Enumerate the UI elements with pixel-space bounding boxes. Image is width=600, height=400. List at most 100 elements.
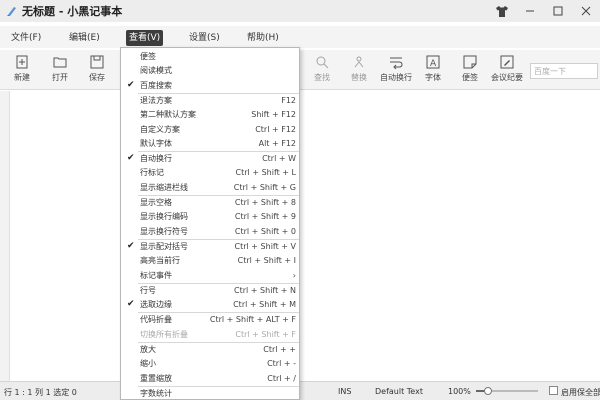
view-menu-item-label: 显示空格: [140, 198, 172, 207]
view-menu-item[interactable]: 行号 Ctrl + Shift + N: [121, 284, 299, 297]
view-menu-item-label: 默认字体: [140, 138, 172, 148]
view-menu-item[interactable]: 显示换行编码 Ctrl + Shift + 9: [121, 210, 299, 223]
find-button[interactable]: 查找: [302, 53, 342, 87]
menu-file[interactable]: 文件(F): [8, 30, 44, 46]
save-button[interactable]: 保存: [77, 53, 117, 87]
open-button[interactable]: 打开: [40, 53, 80, 87]
view-menu-item[interactable]: 高亮当前行 Ctrl + Shift + I: [121, 254, 299, 267]
new-file-icon: [16, 55, 28, 69]
view-menu-item[interactable]: 显示缩进栏线 Ctrl + Shift + G: [121, 181, 299, 194]
view-menu-item-label: 显示换行符号: [140, 226, 188, 236]
view-menu-item-label: 代码折叠: [140, 315, 172, 325]
save-label: 保存: [89, 73, 105, 82]
view-menu-item-label: 标记事件: [140, 270, 172, 280]
view-menu-item[interactable]: 重置缩放 Ctrl + /: [121, 372, 299, 385]
open-label: 打开: [52, 73, 68, 82]
menu-bar: 文件(F) 编辑(E) 查看(V) 设置(S) 帮助(H): [0, 26, 600, 48]
view-menu-item[interactable]: 放大 Ctrl + +: [121, 343, 299, 356]
view-menu-item-label: 缩小: [140, 359, 156, 369]
view-menu-item[interactable]: 便签: [121, 50, 299, 63]
sticky-note-label: 便签: [462, 73, 478, 82]
new-label: 新建: [14, 73, 30, 82]
replace-button[interactable]: 替换: [339, 53, 379, 87]
sticky-note-button[interactable]: 便签: [450, 53, 490, 87]
zoom-slider[interactable]: [476, 387, 538, 395]
view-menu-item-shortcut: Ctrl + Shift + 8: [234, 198, 296, 207]
title-bar: 无标题 - 小黑记事本: [0, 0, 600, 22]
option-checkbox[interactable]: [549, 386, 558, 395]
view-menu-item-label: 显示缩进栏线: [140, 182, 188, 192]
font-button[interactable]: A 字体: [413, 53, 453, 87]
view-menu-item[interactable]: 标记事件 ›: [121, 269, 299, 282]
view-menu-item-label: 高亮当前行: [140, 256, 180, 266]
view-menu-item[interactable]: 字数统计: [121, 387, 299, 400]
view-menu-item-label: 放大: [140, 345, 156, 354]
menu-view[interactable]: 查看(V): [126, 30, 164, 46]
view-menu-item[interactable]: ✔ 自动换行 Ctrl + W: [121, 152, 299, 165]
menu-edit[interactable]: 编辑(E): [66, 30, 103, 46]
view-menu-item-shortcut: Ctrl + Shift + L: [235, 168, 296, 178]
view-menu-item-label: 自动换行: [140, 154, 172, 164]
skin-icon[interactable]: [488, 0, 516, 22]
view-menu-item-shortcut: Shift + F12: [251, 110, 296, 120]
view-menu-item-label: 百度搜索: [140, 80, 172, 90]
view-menu-item-label: 显示配对括号: [140, 241, 188, 251]
meeting-notes-button[interactable]: 会议纪要: [487, 53, 527, 87]
checkmark-icon: ✔: [127, 240, 135, 251]
view-menu-item-label: 选取边缘: [140, 300, 172, 310]
word-wrap-icon: [390, 57, 403, 69]
view-menu-item[interactable]: ✔ 显示配对括号 Ctrl + Shift + V: [121, 240, 299, 253]
menu-settings[interactable]: 设置(S): [186, 30, 223, 46]
sticky-note-icon: [463, 55, 477, 69]
syntax-mode[interactable]: Default Text: [375, 387, 423, 396]
zoom-knob[interactable]: [484, 387, 493, 395]
view-menu-item-label: 退法方案: [140, 95, 172, 105]
minimize-button[interactable]: [516, 0, 544, 22]
view-menu-item[interactable]: ✔ 选取边缘 Ctrl + Shift + M: [121, 298, 299, 311]
view-menu-item-label: 行标记: [140, 168, 164, 178]
view-menu-item[interactable]: 行标记 Ctrl + Shift + L: [121, 166, 299, 179]
view-menu-item-shortcut: Ctrl + Shift + F: [235, 329, 296, 339]
svg-text:A: A: [430, 59, 437, 69]
baidu-search-input[interactable]: 百度一下: [530, 63, 598, 79]
view-menu-item-shortcut: Ctrl + Shift + 9: [234, 212, 296, 222]
view-menu-item-label: 行号: [140, 285, 156, 295]
view-menu-item-shortcut: Ctrl + +: [263, 345, 296, 354]
view-menu-item[interactable]: 自定义方案 Ctrl + F12: [121, 123, 299, 136]
cursor-position: 行 1 : 1 列 1 选定 0: [4, 388, 77, 397]
view-menu-item[interactable]: 代码折叠 Ctrl + Shift + ALT + F: [121, 313, 299, 326]
checkmark-icon: ✔: [127, 299, 135, 310]
view-menu-item[interactable]: 阅读模式: [121, 64, 299, 77]
view-menu-item[interactable]: 默认字体 Alt + F12: [121, 137, 299, 150]
view-menu-item-shortcut: Ctrl + Shift + I: [237, 256, 296, 266]
view-menu-item[interactable]: 退法方案 F12: [121, 94, 299, 107]
zoom-level: 100%: [448, 387, 471, 396]
view-menu-item: 切换所有折叠 Ctrl + Shift + F: [121, 328, 299, 341]
view-menu-item[interactable]: 缩小 Ctrl + -: [121, 357, 299, 370]
view-menu-item-label: 阅读模式: [140, 66, 172, 76]
view-menu-item-shortcut: Ctrl + Shift + G: [233, 182, 296, 192]
word-wrap-button[interactable]: 自动换行: [376, 53, 416, 87]
view-menu-item-shortcut: Ctrl + -: [267, 359, 296, 369]
app-logo-icon: [7, 7, 16, 16]
view-menu-item-shortcut: Ctrl + F12: [255, 124, 296, 134]
submenu-arrow-icon: ›: [292, 270, 296, 280]
view-menu-item-label: 字数统计: [140, 388, 172, 398]
view-menu-item[interactable]: 显示换行符号 Ctrl + Shift + 0: [121, 225, 299, 238]
open-folder-icon: [53, 57, 67, 68]
view-menu-item-shortcut: Alt + F12: [258, 138, 296, 148]
text-editor[interactable]: [0, 91, 600, 381]
status-bar: 行 1 : 1 列 1 选定 0 INS Default Text 100% 启…: [0, 381, 600, 400]
maximize-button[interactable]: [544, 0, 572, 22]
view-menu-item[interactable]: 第二种默认方案 Shift + F12: [121, 108, 299, 121]
view-menu-item[interactable]: 显示空格 Ctrl + Shift + 8: [121, 196, 299, 209]
view-dropdown-menu: 便签阅读模式 ✔ 百度搜索退法方案 F12 第二种默认方案 Shift + F12 自定义方…: [120, 47, 300, 400]
checkmark-icon: ✔: [127, 79, 135, 90]
view-menu-item-shortcut: Ctrl + Shift + 0: [234, 226, 296, 236]
menu-help[interactable]: 帮助(H): [244, 30, 282, 46]
checkmark-icon: ✔: [127, 153, 135, 164]
new-button[interactable]: 新建: [2, 53, 42, 87]
view-menu-item[interactable]: ✔ 百度搜索: [121, 79, 299, 92]
window-title: 无标题 - 小黑记事本: [22, 5, 123, 18]
close-button[interactable]: [572, 0, 600, 22]
